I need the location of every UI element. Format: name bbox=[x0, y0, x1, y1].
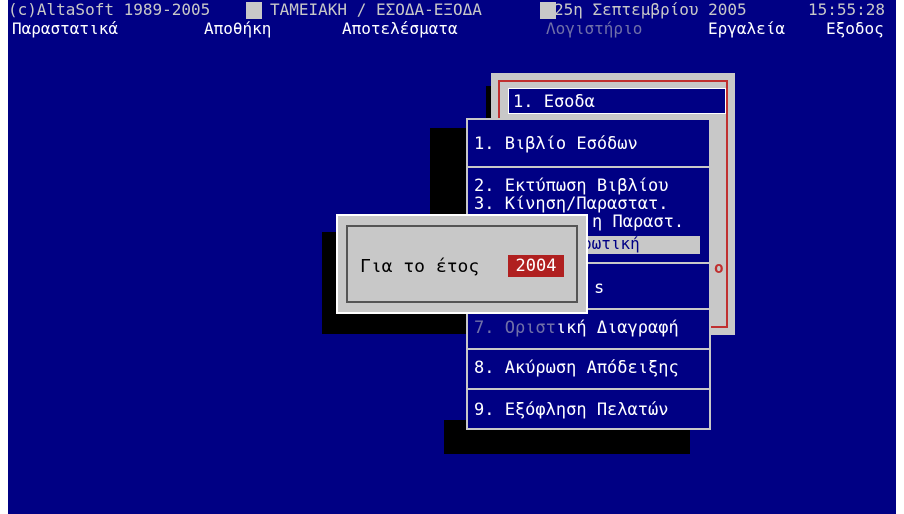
menu-item-ergaleia[interactable]: Εργαλεία bbox=[708, 18, 785, 40]
date-text: 25η Σεπτεμβρίου 2005 bbox=[554, 0, 747, 19]
status-separator bbox=[246, 2, 262, 19]
submenu-item-8[interactable]: 8. Ακύρωση Απόδειξης bbox=[474, 358, 679, 378]
menu-item-apothiki[interactable]: Αποθήκη bbox=[204, 18, 271, 40]
time-text: 15:55:28 bbox=[808, 0, 886, 19]
year-input[interactable] bbox=[508, 255, 564, 277]
parent-menu-item-esoda[interactable]: 1. Εσοδα bbox=[508, 88, 726, 114]
menu-item-exodos[interactable]: Εξοδος bbox=[826, 18, 884, 40]
submenu-item-5-selected[interactable]: ρωτική bbox=[578, 234, 700, 254]
submenu-item-5-label: ρωτική bbox=[582, 234, 640, 253]
module-title: ΤΑΜΕΙΑΚΗ / ΕΣΟΔΑ-ΕΞΟΔΑ bbox=[270, 0, 482, 19]
submenu-separator bbox=[468, 166, 709, 168]
year-label: Για το έτος bbox=[360, 256, 480, 277]
submenu-item-2[interactable]: 2. Εκτύπωση Βιβλίου bbox=[474, 176, 668, 196]
menu-item-parastatika[interactable]: Παραστατικά bbox=[12, 18, 118, 40]
submenu-item-3[interactable]: 3. Κίνηση/Παραστατ. bbox=[474, 194, 668, 214]
menu-item-logistirio[interactable]: Λογιστήριο bbox=[546, 18, 642, 40]
top-bar: (c)AltaSoft 1989-2005 ΤΑΜΕΙΑΚΗ / ΕΣΟΔΑ-Ε… bbox=[8, 0, 896, 40]
submenu-item-9[interactable]: 9. Εξόφληση Πελατών bbox=[474, 400, 668, 420]
parent-menu-partial: ο bbox=[714, 258, 724, 277]
submenu-item-7[interactable]: 7. Οριστική Διαγραφή bbox=[474, 318, 679, 338]
submenu-item-1[interactable]: 1. Βιβλίο Εσόδων bbox=[474, 134, 638, 154]
dos-screen: (c)AltaSoft 1989-2005 ΤΑΜΕΙΑΚΗ / ΕΣΟΔΑ-Ε… bbox=[8, 0, 896, 514]
submenu-separator bbox=[468, 388, 709, 390]
submenu-item-7-dim: 7. Οριστ bbox=[474, 318, 556, 338]
menu-item-apotelesmata[interactable]: Αποτελέσματα bbox=[342, 18, 458, 40]
submenu-item-4[interactable]: η Παραστ. bbox=[592, 212, 684, 232]
submenu-item-7-rest: ική Διαγραφή bbox=[555, 318, 679, 338]
copyright-text: (c)AltaSoft 1989-2005 bbox=[8, 0, 211, 19]
bottom-area bbox=[8, 490, 896, 514]
submenu-separator bbox=[468, 348, 709, 350]
dialog-shadow bbox=[322, 314, 478, 334]
submenu-item-6[interactable]: s bbox=[594, 278, 604, 298]
